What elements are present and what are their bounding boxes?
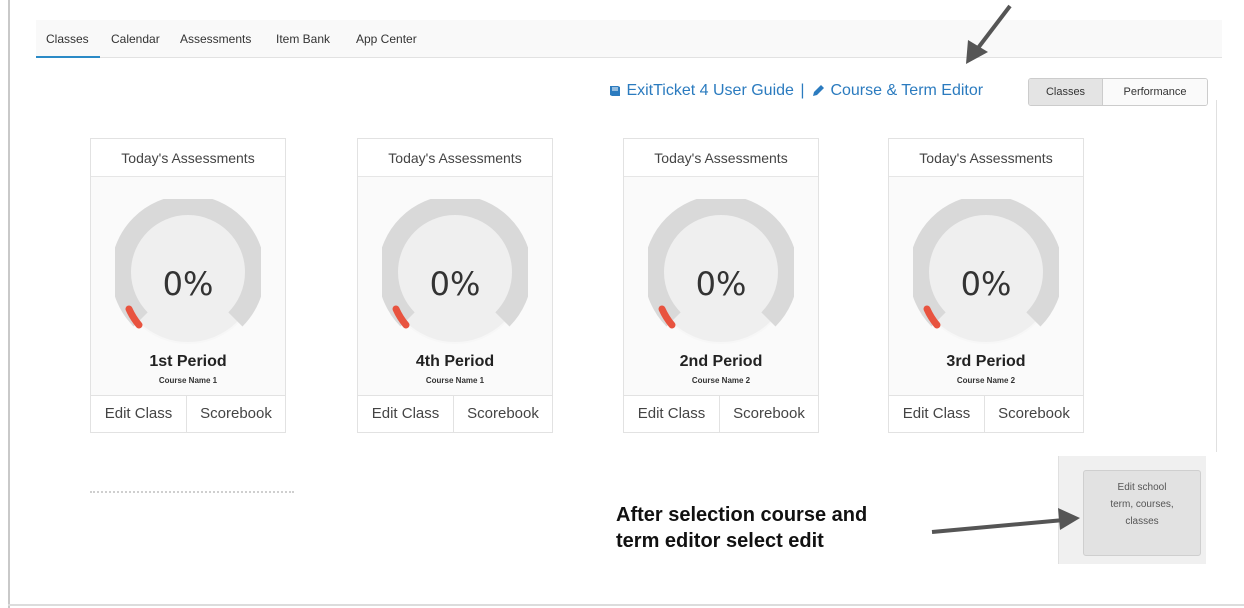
tab-app-center[interactable]: App Center: [356, 32, 417, 46]
card-header: Today's Assessments: [624, 139, 818, 177]
card-actions: Edit Class Scorebook: [889, 395, 1083, 432]
period-name: 4th Period: [415, 353, 495, 370]
edit-class-button[interactable]: Edit Class: [889, 396, 985, 432]
edit-class-button[interactable]: Edit Class: [624, 396, 720, 432]
user-guide-label: ExitTicket 4 User Guide: [626, 82, 794, 99]
content-right-border: [1216, 100, 1217, 452]
scorebook-button[interactable]: Scorebook: [187, 396, 285, 432]
period-name: 2nd Period: [679, 353, 763, 370]
course-name: Course Name 2: [691, 376, 751, 385]
window-frame-left: [8, 0, 10, 608]
card-header: Today's Assessments: [91, 139, 285, 177]
edit-class-button[interactable]: Edit Class: [358, 396, 454, 432]
edit-panel: Edit school term, courses, classes: [1058, 456, 1206, 564]
tab-item-bank[interactable]: Item Bank: [276, 32, 330, 46]
class-card: Today's Assessments 0% 1st Period Course…: [90, 138, 286, 433]
book-icon: [610, 85, 620, 96]
edit-button-line-3: classes: [1125, 516, 1159, 527]
pencil-icon: [812, 85, 824, 97]
view-toggle: Classes Performance: [1028, 78, 1208, 106]
course-term-editor-link[interactable]: Course & Term Editor: [807, 82, 984, 99]
edit-class-button[interactable]: Edit Class: [91, 396, 187, 432]
link-separator: |: [800, 82, 805, 99]
card-actions: Edit Class Scorebook: [91, 395, 285, 432]
placeholder-divider: [90, 491, 294, 493]
card-body: 0% 3rd Period Course Name 2: [889, 177, 1083, 395]
main-tab-bar: Classes Calendar Assessments Item Bank A…: [36, 20, 1222, 58]
header-links: ExitTicket 4 User Guide | Course & Term …: [608, 82, 983, 100]
window-frame-bottom: [8, 604, 1244, 606]
card-body: 0% 1st Period Course Name 1: [91, 177, 285, 395]
card-actions: Edit Class Scorebook: [624, 395, 818, 432]
toggle-classes-button[interactable]: Classes: [1029, 79, 1103, 105]
annotation-text: After selection course and term editor s…: [616, 502, 946, 554]
user-guide-link[interactable]: ExitTicket 4 User Guide: [608, 82, 798, 99]
percent-value: 0%: [695, 265, 747, 303]
scorebook-button[interactable]: Scorebook: [720, 396, 818, 432]
percent-value: 0%: [960, 265, 1012, 303]
percent-value: 0%: [162, 265, 214, 303]
period-name: 3rd Period: [946, 353, 1026, 370]
class-card: Today's Assessments 0% 3rd Period Course…: [888, 138, 1084, 433]
active-tab-indicator: [36, 56, 100, 58]
course-name: Course Name 1: [425, 376, 485, 385]
card-body: 0% 4th Period Course Name 1: [358, 177, 552, 395]
course-name: Course Name 2: [956, 376, 1016, 385]
scorebook-button[interactable]: Scorebook: [985, 396, 1083, 432]
toggle-performance-button[interactable]: Performance: [1103, 79, 1207, 105]
edit-button-line-2: term, courses,: [1110, 499, 1174, 510]
course-term-editor-label: Course & Term Editor: [830, 82, 984, 99]
edit-button-line-1: Edit school: [1117, 482, 1167, 493]
tab-calendar[interactable]: Calendar: [111, 32, 160, 46]
scorebook-button[interactable]: Scorebook: [454, 396, 552, 432]
tab-classes[interactable]: Classes: [46, 32, 89, 46]
class-card: Today's Assessments 0% 2nd Period Course…: [623, 138, 819, 433]
annotation-line-1: After selection course and: [616, 504, 868, 526]
card-header: Today's Assessments: [358, 139, 552, 177]
card-header: Today's Assessments: [889, 139, 1083, 177]
class-card: Today's Assessments 0% 4th Period Course…: [357, 138, 553, 433]
annotation-line-2: term editor select edit: [616, 530, 824, 552]
card-actions: Edit Class Scorebook: [358, 395, 552, 432]
tab-assessments[interactable]: Assessments: [180, 32, 251, 46]
card-body: 0% 2nd Period Course Name 2: [624, 177, 818, 395]
period-name: 1st Period: [149, 353, 227, 370]
edit-school-term-button[interactable]: Edit school term, courses, classes: [1083, 470, 1201, 556]
percent-value: 0%: [429, 265, 481, 303]
course-name: Course Name 1: [158, 376, 218, 385]
